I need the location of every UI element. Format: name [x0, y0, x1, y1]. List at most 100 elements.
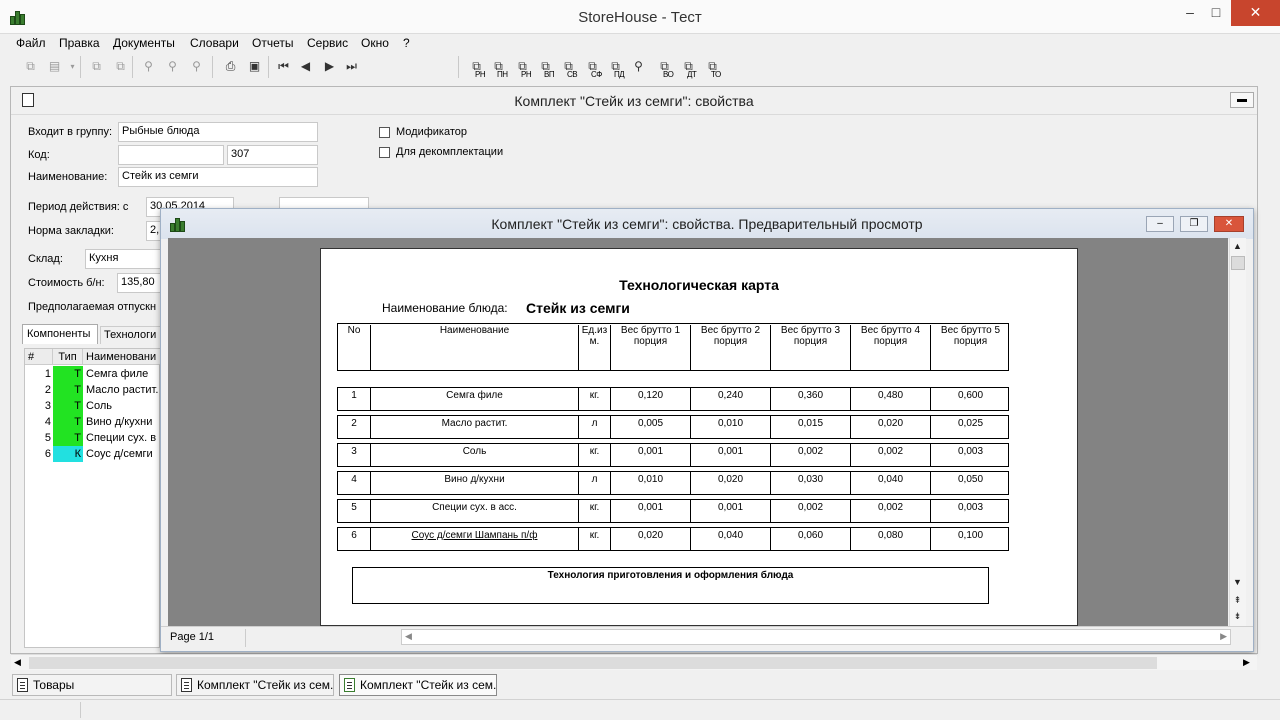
menu-dictionaries[interactable]: Словари: [190, 36, 239, 50]
menu-help[interactable]: ?: [403, 36, 410, 50]
table-cell: 0,002: [770, 500, 850, 522]
grid-cell-type[interactable]: Т: [53, 366, 83, 382]
doc-sf-icon[interactable]: ⧉ СФ: [584, 58, 602, 79]
grid-cell-name[interactable]: Вино д/кухни: [83, 414, 161, 430]
grid-cell-type[interactable]: К: [53, 446, 83, 462]
last-record-icon[interactable]: ⏭: [343, 58, 360, 75]
preview-close-button[interactable]: ✕: [1214, 216, 1244, 232]
doc-vo-icon[interactable]: ⧉ ВО: [656, 58, 674, 79]
preview-minimize-button[interactable]: –: [1146, 216, 1174, 232]
paste-dropdown-icon[interactable]: ▾: [64, 58, 81, 75]
tab-technology[interactable]: Технологи: [100, 326, 164, 344]
props-hscrollbar[interactable]: ◀ ▶: [11, 654, 1257, 670]
grid-cell-number[interactable]: 1: [25, 366, 53, 382]
scroll-thumb[interactable]: [1231, 256, 1245, 270]
save-icon[interactable]: ▣: [246, 58, 263, 75]
scroll-down-icon[interactable]: ▼: [1230, 575, 1245, 590]
menu-service[interactable]: Сервис: [307, 36, 348, 50]
grid-cell-name[interactable]: Соус д/семги: [83, 446, 161, 462]
grid-cell-type[interactable]: Т: [53, 382, 83, 398]
hscroll-right-icon[interactable]: ▶: [1243, 657, 1250, 668]
grid-cell-type[interactable]: Т: [53, 398, 83, 414]
prev-record-icon[interactable]: ◀: [297, 58, 314, 75]
grid-cell-number[interactable]: 5: [25, 430, 53, 446]
group-field[interactable]: Рыбные блюда: [118, 122, 318, 142]
task-goods[interactable]: Товары: [12, 674, 172, 696]
toolbar-separator: [212, 56, 213, 78]
menu-reports[interactable]: Отчеты: [252, 36, 293, 50]
tab-components[interactable]: Компоненты: [22, 324, 98, 344]
replace-icon[interactable]: ⚲: [188, 58, 205, 75]
menu-file[interactable]: Файл: [16, 36, 46, 50]
page-up-icon[interactable]: ⇞: [1230, 593, 1245, 608]
menu-edit[interactable]: Правка: [59, 36, 100, 50]
code-field[interactable]: 307: [227, 145, 318, 165]
table-cell: 0,060: [770, 528, 850, 550]
grid-cell-type[interactable]: Т: [53, 414, 83, 430]
copy-icon[interactable]: ⧉: [22, 58, 39, 75]
table-row: 5 Специи сух. в асс. кг. 0,001 0,001 0,002 0,0…: [337, 499, 1009, 523]
scroll-right-icon[interactable]: ▶: [1220, 631, 1227, 642]
name-field[interactable]: Стейк из семги: [118, 167, 318, 187]
close-button[interactable]: ✕: [1231, 0, 1280, 26]
modifier-checkbox[interactable]: [379, 127, 390, 138]
table-row: 1 Семга филе кг. 0,120 0,240 0,360 0,480 0,600: [337, 387, 1009, 411]
new-doc-icon[interactable]: ⧉: [88, 58, 105, 75]
hscroll-thumb[interactable]: [29, 657, 1157, 669]
hscroll-left-icon[interactable]: ◀: [14, 657, 21, 668]
doc-to-icon[interactable]: ⧉ ТО: [704, 58, 721, 79]
find-next-icon[interactable]: ⚲: [164, 58, 181, 75]
grid-cell-name[interactable]: Соль: [83, 398, 161, 414]
paste-icon[interactable]: ▤: [46, 58, 63, 75]
page-status: Page 1/1: [170, 631, 215, 643]
doc-rn-icon[interactable]: ⧉ РН: [468, 58, 485, 79]
table-cell: 4: [351, 474, 357, 485]
doc-vp-icon[interactable]: ⧉ ВП: [537, 58, 554, 79]
grid-header-type[interactable]: Тип: [53, 349, 83, 365]
print-icon[interactable]: ⎙: [222, 58, 239, 75]
code-prefix-field[interactable]: [118, 145, 224, 165]
maximize-button[interactable]: □: [1201, 0, 1231, 26]
table-cell: 5: [351, 502, 357, 513]
first-record-icon[interactable]: ⏮: [275, 58, 292, 75]
doc-dt-icon[interactable]: ⧉ ДТ: [680, 58, 697, 79]
decomplect-checkbox[interactable]: [379, 147, 390, 158]
table-cell: 0,030: [770, 472, 850, 494]
doc-pn-icon[interactable]: ⧉ ПН: [490, 58, 508, 79]
doc-pd-icon[interactable]: ⧉ ПД: [607, 58, 624, 79]
preview-vscrollbar[interactable]: ▲ ▼ ⇞ ⇟: [1229, 238, 1246, 626]
scroll-left-icon[interactable]: ◀: [405, 631, 412, 642]
grid-cell-name[interactable]: Масло растит.: [83, 382, 161, 398]
table-cell: 0,240: [690, 388, 770, 410]
task-kit-properties[interactable]: Комплект "Стейк из сем...: [176, 674, 334, 696]
next-record-icon[interactable]: ▶: [321, 58, 338, 75]
grid-cell-number[interactable]: 4: [25, 414, 53, 430]
decomplect-label: Для декомплектации: [396, 146, 504, 158]
grid-cell-number[interactable]: 2: [25, 382, 53, 398]
preview-restore-button[interactable]: ❐: [1180, 216, 1208, 232]
grid-cell-name[interactable]: Специи сух. в: [83, 430, 161, 446]
copy-doc-icon[interactable]: ⧉: [112, 58, 129, 75]
period-label: Период действия: с: [28, 201, 129, 213]
find-icon[interactable]: ⚲: [140, 58, 157, 75]
menu-documents[interactable]: Документы: [113, 36, 175, 50]
doc-rn2-icon[interactable]: ⧉ РН: [514, 58, 531, 79]
scroll-up-icon[interactable]: ▲: [1230, 239, 1245, 254]
status-divider: [245, 629, 246, 647]
grid-cell-type[interactable]: Т: [53, 430, 83, 446]
doc-sv-icon[interactable]: ⧉ СВ: [560, 58, 577, 79]
menu-window[interactable]: Окно: [361, 36, 389, 50]
grid-header-name[interactable]: Наименовани: [83, 349, 161, 365]
table-cell: 0,001: [690, 444, 770, 466]
binoculars-icon[interactable]: ⚲: [630, 58, 647, 75]
props-minimize-button[interactable]: ▬: [1230, 92, 1254, 108]
preview-hscrollbar[interactable]: ◀ ▶: [401, 629, 1231, 645]
task-kit-preview[interactable]: Комплект "Стейк из сем...: [339, 674, 497, 696]
grid-cell-number[interactable]: 3: [25, 398, 53, 414]
table-cell: 0,005: [610, 416, 690, 438]
grid-header-number[interactable]: #: [25, 349, 53, 365]
grid-cell-name[interactable]: Семга филе: [83, 366, 161, 382]
table-cell: 0,015: [770, 416, 850, 438]
page-down-icon[interactable]: ⇟: [1230, 609, 1245, 624]
grid-cell-number[interactable]: 6: [25, 446, 53, 462]
